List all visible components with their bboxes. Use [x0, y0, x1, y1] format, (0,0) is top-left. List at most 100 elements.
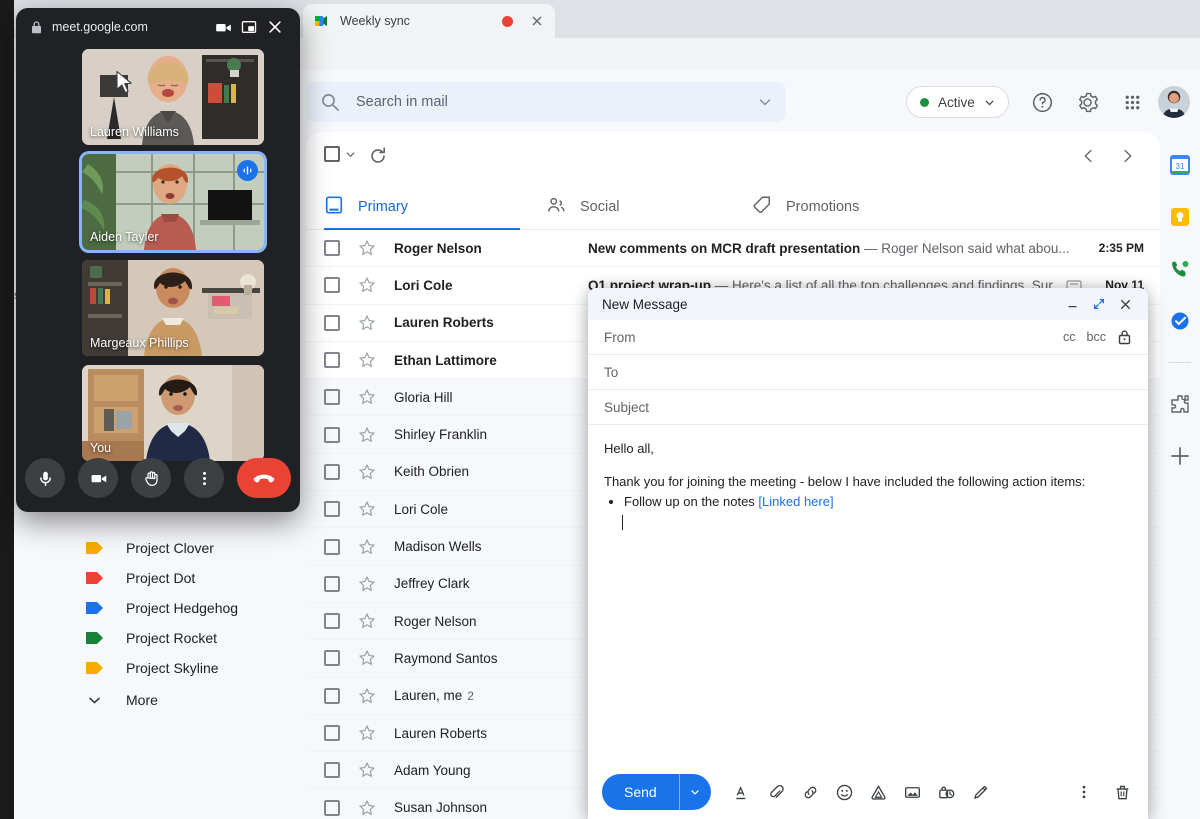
camera-icon[interactable] [210, 14, 236, 40]
attach-paperclip-icon[interactable] [765, 780, 789, 804]
refresh-icon[interactable] [368, 146, 388, 166]
row-checkbox[interactable] [324, 538, 340, 555]
row-checkbox[interactable] [324, 501, 340, 518]
send-button[interactable]: Send [602, 774, 679, 810]
sidebar-item-project-dot[interactable]: Project Dot [86, 563, 195, 593]
search-input[interactable] [356, 94, 758, 110]
star-icon[interactable] [358, 649, 376, 667]
gear-icon[interactable] [1071, 86, 1103, 118]
star-icon[interactable] [358, 761, 376, 779]
checkbox-icon[interactable] [324, 146, 340, 162]
row-checkbox[interactable] [324, 762, 340, 779]
insert-photo-icon[interactable] [901, 780, 925, 804]
row-checkbox[interactable] [324, 352, 340, 369]
add-plus-icon[interactable] [1169, 445, 1191, 467]
confidential-mode-icon[interactable] [935, 780, 959, 804]
previous-page-button[interactable] [1078, 145, 1100, 167]
close-icon[interactable] [529, 13, 545, 29]
calendar-icon[interactable]: 31 [1169, 154, 1191, 176]
compose-body[interactable]: Hello all, Thank you for joining the mee… [588, 425, 1148, 765]
row-checkbox[interactable] [324, 687, 340, 704]
search-options-icon[interactable] [758, 95, 772, 109]
cc-button[interactable]: cc [1063, 330, 1076, 344]
sidebar-item-project-hedgehog[interactable]: Project Hedgehog [86, 593, 238, 623]
star-icon[interactable] [358, 687, 376, 705]
apps-grid-icon[interactable] [1116, 86, 1148, 118]
select-all-checkbox[interactable] [324, 146, 355, 162]
row-checkbox[interactable] [324, 799, 340, 816]
microphone-icon[interactable] [25, 458, 65, 498]
tab-promotions[interactable]: Promotions [752, 184, 859, 230]
bcc-button[interactable]: bcc [1087, 330, 1106, 344]
subject-field[interactable]: Subject [588, 390, 1148, 425]
lock-icon[interactable] [1117, 329, 1132, 345]
send-options-chevron-down-icon[interactable] [678, 774, 711, 810]
star-icon[interactable] [358, 612, 376, 630]
contacts-phone-icon[interactable] [1169, 258, 1191, 280]
row-checkbox[interactable] [324, 240, 340, 257]
popout-icon[interactable] [1086, 291, 1112, 317]
row-checkbox[interactable] [324, 389, 340, 406]
trash-icon[interactable] [1110, 780, 1134, 804]
star-icon[interactable] [358, 500, 376, 518]
star-icon[interactable] [358, 239, 376, 257]
status-chip[interactable]: Active [906, 86, 1009, 118]
sidebar-item-project-clover[interactable]: Project Clover [86, 533, 214, 563]
tab-primary[interactable]: Primary [324, 184, 520, 231]
to-field[interactable]: To [588, 355, 1148, 390]
row-checkbox[interactable] [324, 613, 340, 630]
row-checkbox[interactable] [324, 575, 340, 592]
star-icon[interactable] [358, 799, 376, 817]
insert-drive-icon[interactable] [867, 780, 891, 804]
sidebar-item-more[interactable]: More [86, 685, 158, 715]
star-icon[interactable] [358, 276, 376, 294]
browser-tab-weekly-sync[interactable]: Weekly sync [303, 4, 555, 38]
next-page-button[interactable] [1116, 145, 1138, 167]
compose-header[interactable]: New Message [588, 288, 1148, 320]
help-icon[interactable] [1026, 86, 1058, 118]
insert-link-icon[interactable] [799, 780, 823, 804]
participant-tile-lauren-williams[interactable]: Lauren Williams [82, 49, 264, 145]
tasks-icon[interactable] [1169, 310, 1191, 332]
star-icon[interactable] [358, 351, 376, 369]
search-bar[interactable] [306, 82, 786, 122]
participant-tile-aiden-tayler[interactable]: Aiden Tayler [82, 154, 264, 250]
close-icon[interactable] [1112, 291, 1138, 317]
participant-tile-margeaux-phillips[interactable]: Margeaux Phillips [82, 260, 264, 356]
row-checkbox[interactable] [324, 650, 340, 667]
formatting-underline-a-icon[interactable] [731, 780, 755, 804]
send-button-group[interactable]: Send [602, 774, 711, 810]
keep-icon[interactable] [1169, 206, 1191, 228]
participant-tile-you[interactable]: You [82, 365, 264, 461]
star-icon[interactable] [358, 724, 376, 742]
row-checkbox[interactable] [324, 463, 340, 480]
row-checkbox[interactable] [324, 314, 340, 331]
table-row[interactable]: Roger Nelson New comments on MCR draft p… [306, 230, 1160, 268]
raise-hand-icon[interactable] [131, 458, 171, 498]
star-icon[interactable] [358, 426, 376, 444]
star-icon[interactable] [358, 388, 376, 406]
star-icon[interactable] [358, 314, 376, 332]
row-checkbox[interactable] [324, 725, 340, 741]
sidebar-item-project-skyline[interactable]: Project Skyline [86, 653, 219, 683]
row-checkbox[interactable] [324, 277, 340, 294]
insert-emoji-icon[interactable] [833, 780, 857, 804]
camera-icon[interactable] [78, 458, 118, 498]
close-icon[interactable] [262, 14, 288, 40]
sidebar-item-project-rocket[interactable]: Project Rocket [86, 623, 217, 653]
account-avatar[interactable] [1158, 86, 1190, 118]
linked-here-link[interactable]: [Linked here] [758, 494, 833, 509]
insert-signature-pen-icon[interactable] [969, 780, 993, 804]
row-checkbox[interactable] [324, 426, 340, 443]
star-icon[interactable] [358, 538, 376, 556]
star-icon[interactable] [358, 575, 376, 593]
addons-puzzle-icon[interactable] [1169, 393, 1191, 415]
picture-in-picture-icon[interactable] [236, 14, 262, 40]
from-field[interactable]: From cc bcc [588, 320, 1148, 355]
hang-up-icon[interactable] [237, 458, 291, 498]
tab-social[interactable]: Social [546, 184, 620, 230]
more-options-icon[interactable] [1072, 780, 1096, 804]
more-options-icon[interactable] [184, 458, 224, 498]
star-icon[interactable] [358, 463, 376, 481]
minimize-icon[interactable] [1060, 291, 1086, 317]
